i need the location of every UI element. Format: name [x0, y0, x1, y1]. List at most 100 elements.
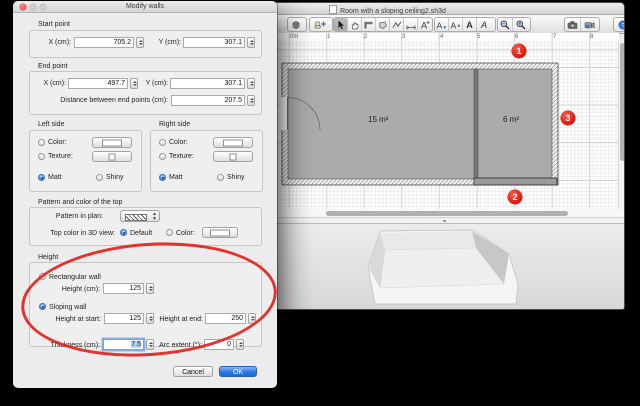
height-field[interactable]: 125 — [103, 283, 144, 294]
pattern-dropdown[interactable]: ▲▼ — [120, 210, 160, 222]
right-texture-label: Texture: — [169, 153, 194, 161]
height-stepper[interactable] — [146, 283, 154, 294]
create-walls-tool-button[interactable] — [362, 18, 376, 31]
top-color-choice-label: Color: — [176, 230, 195, 238]
room-3d-back-wall — [381, 231, 476, 250]
ok-button[interactable]: OK — [219, 366, 257, 377]
paste-button[interactable] — [288, 18, 304, 31]
rectangular-wall-label: Rectangular wall — [49, 274, 101, 282]
right-color-swatch-button[interactable] — [213, 137, 253, 148]
height-end-label: Height at end: — [156, 316, 203, 324]
add-text-tool-button[interactable]: A — [418, 18, 432, 31]
cancel-button[interactable]: Cancel — [173, 366, 213, 377]
end-x-stepper[interactable] — [130, 78, 138, 89]
video-camera-icon — [584, 20, 595, 30]
decrease-text-size-button[interactable]: A — [435, 18, 449, 31]
top-default-radio[interactable] — [120, 229, 127, 236]
right-matt-radio[interactable] — [159, 174, 166, 181]
left-matt-label: Matt — [48, 174, 62, 182]
left-color-radio[interactable] — [38, 139, 45, 146]
create-polylines-tool-button[interactable] — [390, 18, 404, 31]
bold-button[interactable]: A — [463, 18, 477, 31]
select-tool-button[interactable] — [334, 18, 348, 31]
ruler-tick: 2 — [364, 34, 367, 40]
end-y-field[interactable]: 307.1 — [170, 78, 245, 89]
room-interior[interactable] — [288, 69, 552, 179]
ruler-tick: 8 — [590, 34, 593, 40]
arc-extent-stepper[interactable] — [236, 339, 244, 350]
left-shiny-radio[interactable] — [96, 174, 103, 181]
left-color-swatch-button[interactable] — [92, 137, 132, 148]
pattern-label: Pattern in plan: — [51, 213, 103, 221]
left-shiny-label: Shiny — [106, 174, 124, 182]
height-start-stepper[interactable] — [146, 313, 154, 324]
toolbar-group-help: ? — [613, 17, 625, 32]
start-y-field[interactable]: 307.1 — [183, 37, 245, 48]
pan-tool-button[interactable] — [348, 18, 362, 31]
toolbar-group-capture — [564, 17, 600, 32]
dialog-titlebar[interactable]: Modify walls — [13, 1, 277, 13]
sloping-wall-radio[interactable] — [39, 303, 46, 310]
add-furniture-button[interactable] — [310, 18, 330, 31]
create-dimensions-tool-button[interactable] — [404, 18, 418, 31]
svg-text:A: A — [437, 20, 443, 30]
ruler-tick: 5 — [477, 34, 480, 40]
rectangular-wall-radio[interactable] — [39, 273, 46, 280]
annotation-badge-3: 3 — [561, 111, 575, 125]
top-section-label: Pattern and color of the top — [38, 199, 122, 207]
zoom-out-icon — [500, 20, 510, 30]
height-start-field[interactable]: 125 — [104, 313, 144, 324]
zoom-in-icon — [516, 20, 526, 30]
left-texture-radio[interactable] — [38, 153, 45, 160]
right-shiny-label: Shiny — [227, 174, 245, 182]
create-video-button[interactable] — [581, 18, 597, 31]
room-area-label-right: 6 m² — [503, 115, 519, 124]
left-texture-button[interactable] — [92, 151, 132, 162]
ruler-tick: 7 — [553, 34, 556, 40]
distance-field[interactable]: 207.5 — [171, 95, 245, 106]
dialog-title: Modify walls — [13, 3, 277, 10]
right-texture-button[interactable] — [213, 151, 253, 162]
left-texture-label: Texture: — [48, 153, 73, 161]
start-point-section-label: Start point — [38, 21, 70, 29]
create-photo-button[interactable] — [565, 18, 581, 31]
start-y-label: Y (cm): — [153, 39, 181, 47]
create-rooms-tool-button[interactable] — [376, 18, 390, 31]
increase-text-size-button[interactable]: A — [449, 18, 463, 31]
selected-sloping-wall[interactable] — [474, 178, 557, 185]
height-end-stepper[interactable] — [248, 313, 256, 324]
document-icon — [329, 5, 337, 14]
horizontal-scrollbar-thumb[interactable] — [326, 211, 568, 216]
zoom-in-button[interactable] — [513, 18, 528, 31]
door-opening — [282, 97, 289, 130]
thickness-field[interactable]: 7.5 — [103, 339, 144, 350]
start-x-field[interactable]: 705.2 — [74, 37, 134, 48]
end-x-field[interactable]: 497.7 — [68, 78, 128, 89]
right-color-radio[interactable] — [159, 139, 166, 146]
arc-extent-field[interactable]: 0 — [204, 339, 234, 350]
height-start-label: Height at start: — [50, 316, 101, 324]
italic-button[interactable]: A — [477, 18, 491, 31]
splitter-handle[interactable] — [443, 220, 446, 222]
select-arrow-icon — [336, 20, 345, 30]
left-matt-radio[interactable] — [38, 174, 45, 181]
top-color-radio[interactable] — [166, 229, 173, 236]
right-texture-radio[interactable] — [159, 153, 166, 160]
start-x-stepper[interactable] — [136, 37, 144, 48]
ruler-tick: 0m — [290, 34, 298, 40]
height-end-field[interactable]: 250 — [205, 313, 246, 324]
plan-vertical-scrollbar[interactable] — [618, 41, 625, 209]
zoom-out-button[interactable] — [498, 18, 513, 31]
decrease-text-size-icon: A — [436, 20, 447, 30]
help-button[interactable]: ? — [614, 18, 625, 31]
distance-stepper[interactable] — [247, 95, 255, 106]
right-shiny-radio[interactable] — [217, 174, 224, 181]
end-y-label: Y (cm): — [140, 80, 168, 88]
end-y-stepper[interactable] — [247, 78, 255, 89]
start-y-stepper[interactable] — [247, 37, 255, 48]
sloping-wall-label: Sloping wall — [49, 304, 86, 312]
vertical-scrollbar-thumb[interactable] — [620, 43, 625, 161]
top-color-swatch-button[interactable] — [202, 227, 238, 238]
svg-text:A: A — [421, 20, 427, 30]
divider-wall[interactable] — [474, 69, 478, 179]
